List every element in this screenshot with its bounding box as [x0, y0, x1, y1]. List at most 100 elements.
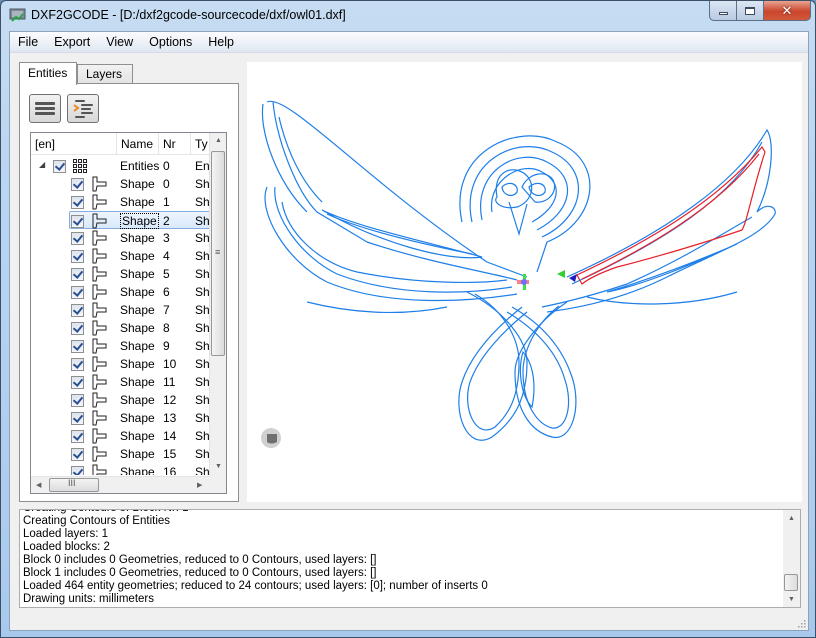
- menu-bar: File Export View Options Help: [10, 32, 808, 53]
- invert-selection-button[interactable]: [67, 94, 99, 123]
- tree-row[interactable]: Shape 8 Sh: [31, 319, 211, 337]
- checkbox[interactable]: [71, 358, 84, 371]
- menu-options[interactable]: Options: [141, 32, 200, 53]
- tree-row[interactable]: Shape 14 Sh: [31, 427, 211, 445]
- shape-name: Shape: [120, 393, 155, 407]
- tree-row[interactable]: Shape 6 Sh: [31, 283, 211, 301]
- select-all-button[interactable]: [29, 94, 61, 123]
- checkbox[interactable]: [53, 160, 66, 173]
- checkbox[interactable]: [71, 286, 84, 299]
- scroll-thumb-horizontal[interactable]: III: [49, 478, 99, 492]
- scroll-down-icon[interactable]: ▼: [215, 463, 222, 470]
- shape-nr: 11: [163, 375, 176, 389]
- scroll-down-icon[interactable]: ▼: [788, 596, 795, 603]
- contour: [272, 101, 518, 281]
- start-direction-arrow: [557, 270, 565, 278]
- checkbox[interactable]: [71, 268, 84, 281]
- tab-layers[interactable]: Layers: [77, 64, 133, 84]
- checkbox[interactable]: [71, 196, 84, 209]
- scroll-right-icon[interactable]: ▶: [197, 481, 202, 489]
- tree-row[interactable]: Shape 15 Sh: [31, 445, 211, 463]
- shape-icon: [92, 428, 107, 444]
- log-lines: Creating Contours of Block Nr: 1Creating…: [23, 510, 778, 606]
- tree-row[interactable]: Shape 2 Sh: [69, 211, 211, 229]
- log-line: Loaded layers: 1: [23, 528, 109, 540]
- tree-row[interactable]: Shape 10 Sh: [31, 355, 211, 373]
- shape-icon: [92, 230, 107, 246]
- tree-vertical-scrollbar[interactable]: ▲ ≡ ▼: [209, 133, 226, 476]
- scroll-left-icon[interactable]: ◀: [36, 481, 41, 489]
- shape-nr: 10: [163, 357, 177, 371]
- navigation-indicator[interactable]: [261, 428, 281, 448]
- log-line: Drawing units: millimeters: [23, 593, 155, 605]
- log-scrollbar[interactable]: ▲ ▼: [783, 510, 800, 607]
- tree-root-row[interactable]: ◢ Entities 0 Ent: [31, 157, 211, 175]
- shape-icon: [92, 320, 107, 336]
- tree-row[interactable]: Shape 1 Sh: [31, 193, 211, 211]
- expand-arrow-icon[interactable]: ◢: [39, 160, 45, 169]
- menu-help[interactable]: Help: [200, 32, 242, 53]
- minimize-button[interactable]: [709, 1, 737, 21]
- checkbox[interactable]: [71, 412, 84, 425]
- log-scroll-thumb[interactable]: [784, 574, 798, 591]
- grid-icon: [73, 159, 87, 173]
- drawing-canvas[interactable]: [247, 62, 802, 502]
- scroll-up-icon[interactable]: ▲: [215, 137, 222, 144]
- tree-row[interactable]: Shape 13 Sh: [31, 409, 211, 427]
- checkbox[interactable]: [71, 394, 84, 407]
- column-header-nr[interactable]: Nr: [159, 133, 191, 155]
- title-bar[interactable]: DXF2GCODE - [D:/dxf2gcode-sourcecode/dxf…: [1, 1, 816, 31]
- tree-row[interactable]: Shape 9 Sh: [31, 337, 211, 355]
- menu-view[interactable]: View: [98, 32, 141, 53]
- tree-row[interactable]: Shape 12 Sh: [31, 391, 211, 409]
- checkbox[interactable]: [71, 215, 84, 228]
- maximize-button[interactable]: [737, 1, 764, 21]
- tree-row[interactable]: Shape 3 Sh: [31, 229, 211, 247]
- app-icon: [9, 8, 26, 22]
- scroll-thumb[interactable]: ≡: [211, 151, 225, 356]
- checkbox[interactable]: [71, 178, 84, 191]
- checkbox[interactable]: [71, 304, 84, 317]
- column-header-type[interactable]: Ty: [191, 133, 211, 155]
- owl-drawing[interactable]: [247, 62, 802, 502]
- checkbox[interactable]: [71, 340, 84, 353]
- message-log[interactable]: Creating Contours of Block Nr: 1Creating…: [19, 509, 801, 608]
- tab-entities[interactable]: Entities: [19, 62, 77, 85]
- checkbox[interactable]: [71, 430, 84, 443]
- menu-export[interactable]: Export: [46, 32, 98, 53]
- tree-horizontal-scrollbar[interactable]: ◀ III ▶: [31, 476, 211, 493]
- checkbox[interactable]: [71, 322, 84, 335]
- shape-icon: [92, 392, 107, 408]
- menu-file[interactable]: File: [10, 32, 46, 53]
- contour: [467, 293, 528, 431]
- maximize-icon: [745, 6, 755, 15]
- scroll-up-icon[interactable]: ▲: [788, 515, 795, 522]
- tree-row[interactable]: Shape 0 Sh: [31, 175, 211, 193]
- contours: [261, 100, 776, 441]
- shape-icon: [92, 410, 107, 426]
- contour: [546, 205, 776, 313]
- checkbox[interactable]: [71, 448, 84, 461]
- tree-row[interactable]: Shape 5 Sh: [31, 265, 211, 283]
- checkbox[interactable]: [71, 376, 84, 389]
- contour: [586, 291, 738, 305]
- tree-row[interactable]: Shape 7 Sh: [31, 301, 211, 319]
- checkbox[interactable]: [71, 232, 84, 245]
- checkbox[interactable]: [71, 466, 84, 475]
- shape-icon: [92, 302, 107, 318]
- tree-row[interactable]: Shape 16 Sh: [31, 463, 211, 475]
- column-header-name[interactable]: Name: [117, 133, 159, 155]
- client-area: File Export View Options Help Entities L…: [9, 31, 809, 631]
- shape-icon: [92, 176, 107, 192]
- checkbox[interactable]: [71, 250, 84, 263]
- tree-row[interactable]: Shape 11 Sh: [31, 373, 211, 391]
- close-button[interactable]: ✕: [764, 1, 811, 21]
- shape-icon: [92, 374, 107, 390]
- resize-grip-icon[interactable]: [796, 618, 806, 628]
- tree-row[interactable]: Shape 4 Sh: [31, 247, 211, 265]
- shape-icon: [92, 213, 107, 229]
- shape-nr: 5: [163, 267, 170, 281]
- column-header-en[interactable]: [en]: [31, 133, 117, 155]
- contour: [458, 291, 528, 441]
- main-window: DXF2GCODE - [D:/dxf2gcode-sourcecode/dxf…: [0, 0, 816, 638]
